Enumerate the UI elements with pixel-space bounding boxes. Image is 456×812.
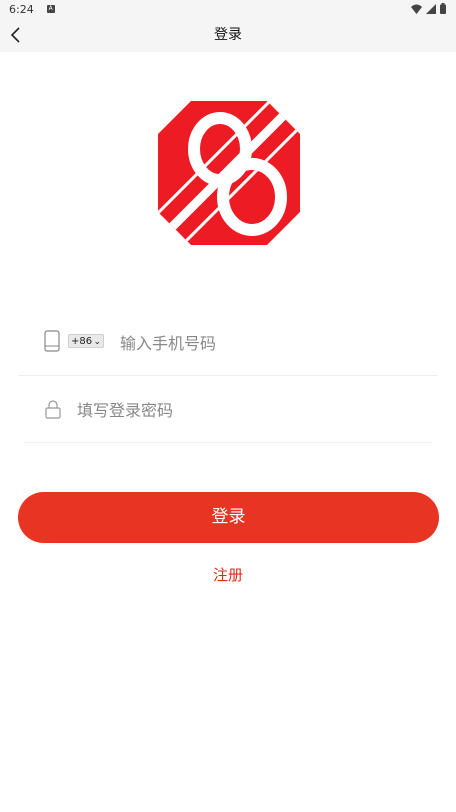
login-button[interactable]: 登录 [18,492,439,543]
battery-icon [440,3,446,14]
chevron-down-icon: ⌄ [93,337,101,347]
phone-icon [44,330,60,352]
nav-bar: 登录 [0,18,456,52]
country-code-select[interactable]: +86 ⌄ [68,334,104,348]
password-input[interactable] [75,395,409,425]
phone-input[interactable] [118,328,422,358]
a-icon: A [46,5,55,13]
phone-row: +86 ⌄ [18,308,438,376]
status-bar: 6:24 A [0,0,456,18]
wifi-icon [411,4,422,14]
country-code-value: +86 [71,336,93,347]
status-icons [411,3,446,14]
signal-icon [426,3,436,14]
password-row [24,376,432,443]
status-time: 6:24 [9,2,34,16]
app-logo [158,101,300,245]
lock-icon [45,400,61,419]
register-link[interactable]: 注册 [0,564,456,585]
page-title: 登录 [214,27,242,43]
